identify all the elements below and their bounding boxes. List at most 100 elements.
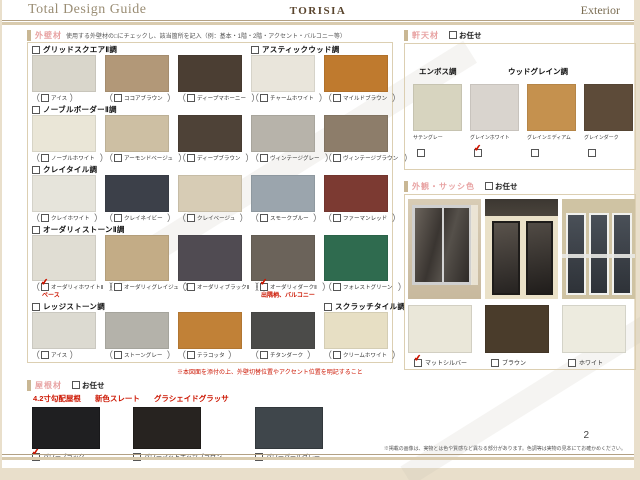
swatch-label: アイス	[51, 350, 67, 358]
material-swatch[interactable]	[251, 235, 315, 281]
material-swatch[interactable]	[470, 84, 519, 131]
paren-close: ）	[392, 348, 401, 361]
roof-swatch-cell: パワーマットナッツブラウン	[133, 407, 222, 461]
pattern-group-checkbox[interactable]	[32, 46, 40, 54]
material-swatch[interactable]	[105, 115, 169, 152]
red-check-mark: ✔	[473, 144, 482, 154]
swatch-checkbox[interactable]	[114, 214, 122, 222]
material-swatch[interactable]	[324, 312, 388, 349]
material-swatch[interactable]	[413, 84, 462, 131]
swatch-checkbox[interactable]	[333, 351, 341, 359]
swatch-checkbox[interactable]	[333, 214, 341, 222]
pattern-group-checkbox[interactable]	[32, 226, 40, 234]
swatch-checkbox[interactable]	[260, 351, 268, 359]
swatch-checkbox[interactable]	[187, 351, 195, 359]
material-swatch[interactable]	[105, 55, 169, 92]
soffit-checkbox-row	[588, 144, 633, 162]
material-swatch[interactable]	[32, 235, 96, 281]
material-swatch[interactable]	[105, 175, 169, 212]
material-swatch[interactable]	[584, 84, 633, 131]
roof-omakase-checkbox[interactable]	[72, 381, 80, 389]
pattern-group-header: アスティックウッド調	[251, 44, 340, 55]
material-swatch[interactable]	[251, 115, 315, 152]
material-swatch[interactable]	[251, 175, 315, 212]
pattern-group-name: ノーブルボーダーⅡ調	[43, 104, 117, 115]
swatch-checkbox[interactable]	[114, 351, 122, 359]
swatch-checkbox[interactable]: ✔	[414, 359, 422, 367]
swatch-checkbox[interactable]	[187, 154, 195, 162]
swatch-checkbox[interactable]: ✔	[41, 283, 49, 291]
material-swatch[interactable]	[32, 312, 96, 349]
swatch-label: クリームホワイト	[343, 350, 387, 358]
material-swatch[interactable]	[527, 84, 576, 131]
material-swatch[interactable]	[178, 312, 242, 349]
paren-open: （	[31, 280, 40, 293]
material-swatch[interactable]	[251, 312, 315, 349]
material-swatch[interactable]	[178, 115, 242, 152]
soffit-group-emboss: エンボス調	[419, 66, 457, 77]
swatch-checkbox[interactable]	[568, 359, 576, 367]
soffit-omakase-checkbox[interactable]	[449, 31, 457, 39]
swatch-checkbox[interactable]	[114, 154, 122, 162]
swatch-label: ブラウン	[502, 358, 526, 367]
roof-product-label: グラシェイドグラッサ	[154, 393, 229, 404]
color-swatch[interactable]	[562, 305, 626, 353]
pattern-group-checkbox[interactable]	[32, 303, 40, 311]
material-swatch[interactable]	[32, 175, 96, 212]
swatch-checkbox[interactable]	[187, 214, 195, 222]
swatch-label: フォレストグリーン	[343, 282, 392, 290]
swatch-label: オーダリィダークⅡ	[270, 282, 317, 290]
swatch-checkbox[interactable]	[260, 154, 268, 162]
material-swatch[interactable]	[324, 55, 388, 92]
swatch-checkbox[interactable]	[41, 94, 49, 102]
material-swatch[interactable]	[324, 175, 388, 212]
material-swatch[interactable]	[178, 175, 242, 212]
material-swatch[interactable]	[178, 55, 242, 92]
swatch-checkbox[interactable]	[41, 214, 49, 222]
swatch-label-row: （ヴィンテージグレー）	[249, 152, 322, 163]
pattern-group-checkbox[interactable]	[251, 46, 259, 54]
material-swatch[interactable]	[251, 55, 315, 92]
soffit-swatch-board: エンボス調 ウッドグレイン調 サテングレーグレインホワイト✔グレインミディアムグ…	[404, 43, 636, 170]
swatch-label-row: （クリームホワイト）	[322, 349, 395, 360]
swatch-checkbox[interactable]: ✔	[474, 149, 482, 157]
color-swatch[interactable]	[408, 305, 472, 353]
swatch-checkbox[interactable]	[491, 359, 499, 367]
swatch-checkbox[interactable]	[260, 94, 268, 102]
swatch-checkbox[interactable]	[588, 149, 596, 157]
material-swatch[interactable]	[32, 115, 96, 152]
sash-omakase-checkbox[interactable]	[485, 182, 493, 190]
swatch-checkbox[interactable]	[333, 154, 341, 162]
swatch-checkbox[interactable]: ✔	[260, 283, 268, 291]
swatch-checkbox[interactable]	[260, 214, 268, 222]
swatch-label: グレインミディアム	[527, 133, 571, 140]
material-swatch[interactable]	[105, 312, 169, 349]
swatch-checkbox[interactable]	[333, 94, 341, 102]
roof-swatch[interactable]	[32, 407, 100, 449]
wall-row-headers: グリッドスクエアⅡ調アスティックウッド調	[30, 44, 390, 55]
wall-swatch-cell: （チャームホワイト）	[249, 55, 322, 103]
pattern-group-header: ノーブルボーダーⅡ調	[32, 104, 117, 115]
roof-swatch[interactable]	[133, 407, 201, 449]
material-swatch[interactable]	[324, 235, 388, 281]
swatch-checkbox[interactable]	[187, 283, 195, 291]
color-swatch[interactable]	[485, 305, 549, 353]
swatch-checkbox[interactable]	[417, 149, 425, 157]
paren-open: （	[177, 91, 186, 104]
swatch-checkbox[interactable]	[333, 283, 341, 291]
material-swatch[interactable]	[32, 55, 96, 92]
pattern-group-checkbox[interactable]	[32, 166, 40, 174]
material-swatch[interactable]	[178, 235, 242, 281]
swatch-checkbox[interactable]	[531, 149, 539, 157]
material-swatch[interactable]	[324, 115, 388, 152]
swatch-checkbox[interactable]	[114, 94, 122, 102]
swatch-checkbox[interactable]	[41, 154, 49, 162]
swatch-checkbox[interactable]	[114, 283, 122, 291]
swatch-checkbox[interactable]	[41, 351, 49, 359]
pattern-group-checkbox[interactable]	[324, 303, 332, 311]
swatch-checkbox[interactable]	[187, 94, 195, 102]
roof-swatch[interactable]	[255, 407, 323, 449]
material-swatch[interactable]	[105, 235, 169, 281]
pattern-group-checkbox[interactable]	[32, 106, 40, 114]
wall-row-headers: クレイタイル調	[30, 164, 390, 175]
